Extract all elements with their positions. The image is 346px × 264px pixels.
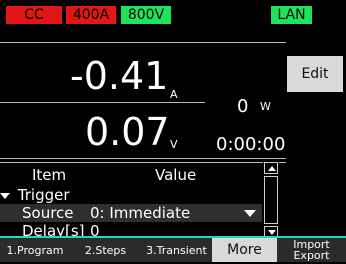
middle-divider: [0, 102, 205, 103]
steps-tab[interactable]: 2.Steps: [70, 236, 141, 262]
more-button[interactable]: More: [212, 236, 277, 262]
chevron-down-icon: [268, 230, 276, 235]
table-group-row[interactable]: Trigger: [0, 186, 262, 204]
chevron-up-icon: [268, 166, 276, 171]
edit-button[interactable]: Edit: [287, 56, 343, 92]
table-top-divider: [0, 162, 286, 163]
function-key-bar: 1.Program 2.Steps 3.Transient More Impor…: [0, 236, 346, 262]
program-tab[interactable]: 1.Program: [0, 236, 70, 262]
top-divider: [0, 42, 286, 43]
current-unit: A: [170, 88, 178, 101]
current-readout: -0.41: [70, 54, 169, 98]
row-item-label: Source: [22, 204, 74, 222]
status-bar: CC 400A 800V LAN: [0, 0, 346, 28]
measurement-panel: -0.41 A 0 W 0.07 V 0:00:00: [0, 42, 286, 156]
export-label: Export: [293, 249, 330, 262]
panel-divider: [0, 158, 286, 159]
elapsed-time: 0:00:00: [216, 134, 286, 155]
current-limit-badge: 400A: [66, 6, 116, 24]
table-scrollbar[interactable]: [263, 162, 279, 240]
network-badge: LAN: [271, 6, 312, 24]
collapse-toggle-icon[interactable]: [0, 192, 10, 199]
power-unit: W: [260, 100, 271, 113]
import-export-button[interactable]: Import Export: [277, 236, 346, 262]
group-label: Trigger: [17, 186, 70, 204]
scroll-up-button[interactable]: [264, 162, 278, 174]
power-readout: 0: [237, 96, 249, 117]
table-row[interactable]: Source 0: Immediate: [0, 204, 262, 222]
voltage-readout: 0.07: [85, 110, 170, 154]
table-header-value: Value: [155, 166, 197, 184]
transient-tab[interactable]: 3.Transient: [141, 236, 212, 262]
row-value-label[interactable]: 0: Immediate: [90, 204, 190, 222]
cc-badge: CC: [6, 6, 62, 24]
voltage-unit: V: [170, 138, 178, 151]
program-table: Item Value Trigger Source 0: Immediate D…: [0, 162, 286, 240]
scroll-thumb[interactable]: [264, 176, 278, 224]
table-header-item: Item: [32, 166, 67, 184]
chevron-down-icon[interactable]: [244, 210, 256, 217]
voltage-limit-badge: 800V: [121, 6, 171, 24]
